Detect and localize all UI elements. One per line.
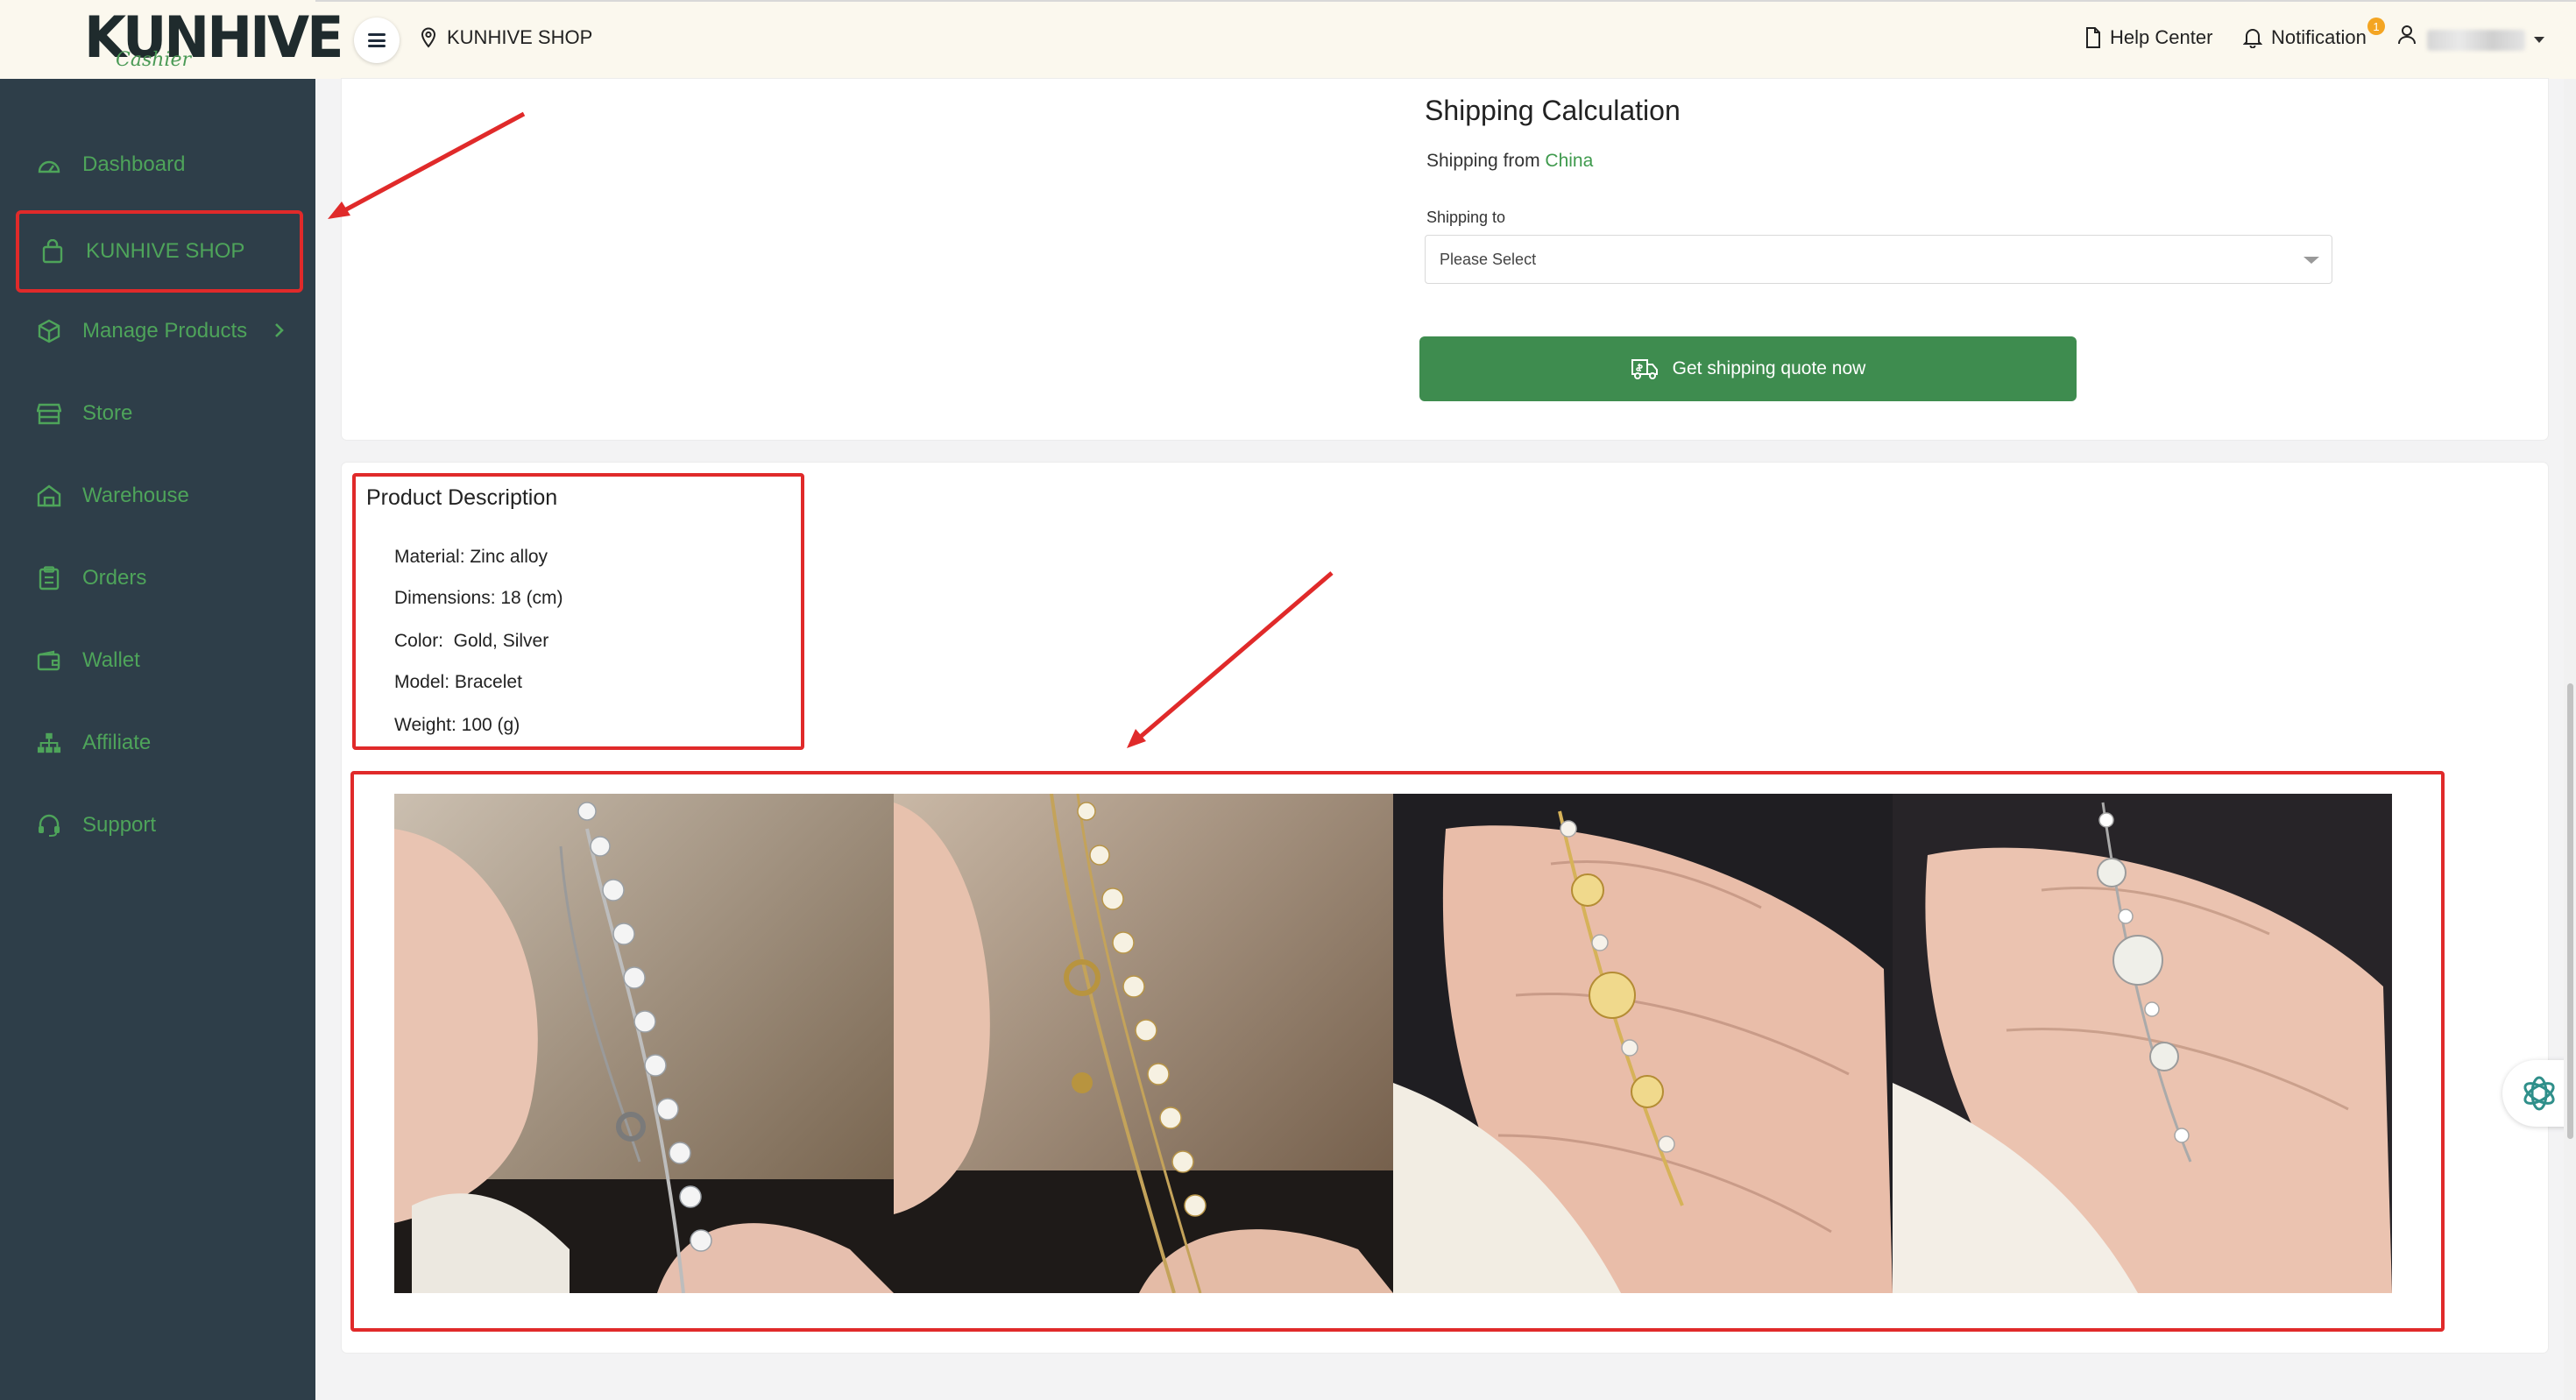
help-center-link[interactable]: Help Center [2085,26,2212,49]
sidebar-item-label: Wallet [82,648,140,672]
shipping-from-country[interactable]: China [1545,151,1593,171]
wallet-icon [37,648,61,673]
chevron-down-icon[interactable] [2534,37,2544,43]
chevron-down-icon [2304,257,2319,264]
notification-link[interactable]: Notification [2243,26,2367,49]
description-line: Material: Zinc alloy [394,547,548,567]
sidebar-item-label: Affiliate [82,731,152,754]
breadcrumb-label: KUNHIVE SHOP [447,26,593,48]
user-name-redacted[interactable] [2427,30,2525,51]
menu-toggle-button[interactable] [354,18,400,63]
notification-label: Notification [2271,26,2367,48]
sitemap-icon [37,731,61,755]
scrollbar-thumb[interactable] [2567,683,2573,1139]
product-image[interactable] [394,794,894,1293]
annotation-arrow [1127,571,1334,748]
box-icon [37,319,61,343]
shopping-bag-icon [40,239,65,264]
shipping-to-select[interactable]: Please Select [1425,235,2332,284]
sidebar-item-label: KUNHIVE SHOP [86,239,245,263]
sidebar-item-label: Store [82,401,133,425]
sidebar-item-dashboard[interactable]: Dashboard [16,126,303,203]
sidebar-item-wallet[interactable]: Wallet [16,622,303,699]
sidebar-item-affiliate[interactable]: Affiliate [16,704,303,781]
sidebar-item-orders[interactable]: Orders [16,540,303,617]
sidebar-item-kunhive-shop[interactable]: KUNHIVE SHOP [16,210,303,293]
description-line: Model: Bracelet [394,672,522,692]
description-line: Dimensions: 18 (cm) [394,588,563,608]
product-description-title: Product Description [366,485,558,510]
shipping-from-prefix: Shipping from [1426,151,1540,171]
sidebar-item-label: Warehouse [82,484,189,507]
sidebar-item-store[interactable]: Store [16,375,303,452]
clipboard-icon [37,566,61,590]
annotation-arrow [328,111,526,219]
chevron-right-icon [275,323,284,337]
location-pin-icon [421,27,436,48]
store-icon [37,401,61,426]
sidebar-item-label: Orders [82,566,147,590]
product-image[interactable] [1393,794,1893,1293]
help-center-label: Help Center [2110,26,2213,48]
bell-icon [2243,29,2262,48]
dashboard-icon [37,152,61,177]
product-image[interactable] [894,794,1393,1293]
warehouse-icon [37,484,61,508]
highlight-box-description [352,473,804,750]
user-icon[interactable] [2397,25,2417,46]
sidebar-item-support[interactable]: Support [16,787,303,864]
breadcrumb: KUNHIVE SHOP [421,26,592,49]
truck-dollar-icon [1631,359,1658,379]
document-icon [2086,27,2100,48]
get-shipping-quote-label: Get shipping quote now [1672,358,1866,378]
sidebar-item-label: Manage Products [82,319,248,343]
assistant-icon [2523,1076,2555,1111]
shipping-from: Shipping from China [1426,151,1593,172]
description-line: Weight: 100 (g) [394,715,520,735]
notification-badge: 1 [2367,18,2385,35]
sidebar-item-warehouse[interactable]: Warehouse [16,457,303,534]
shipping-to-placeholder: Please Select [1440,250,1537,268]
sidebar-item-label: Dashboard [82,152,186,176]
description-line: Color: Gold, Silver [394,631,549,651]
shipping-title: Shipping Calculation [1425,95,1681,126]
sidebar-item-label: Support [82,813,157,837]
headset-icon [37,813,61,838]
hamburger-icon [368,33,386,47]
get-shipping-quote-button[interactable]: Get shipping quote now [1419,336,2077,401]
shipping-to-label: Shipping to [1426,209,1506,226]
logo[interactable]: KUNHIVE Cashier [0,0,343,79]
product-image[interactable] [1893,794,2392,1293]
logo-subtext: Cashier [116,49,191,71]
sidebar-item-manage-products[interactable]: Manage Products [16,293,303,370]
